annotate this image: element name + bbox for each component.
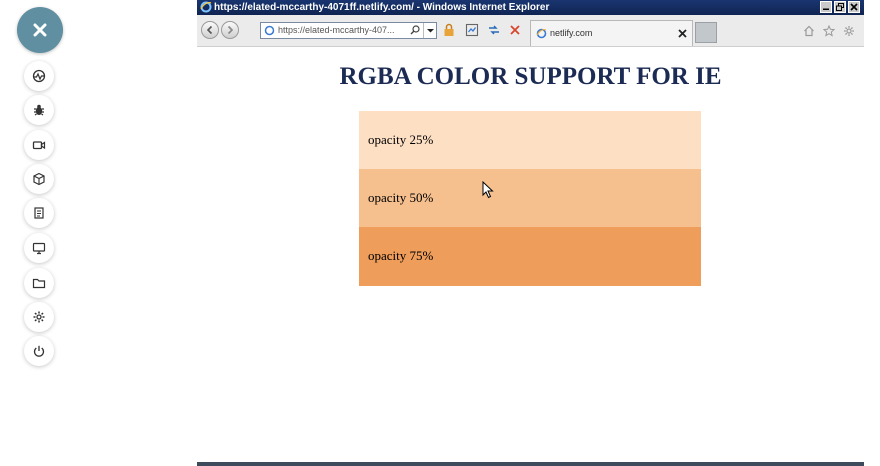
- opacity-50-swatch: opacity 50%: [359, 169, 701, 227]
- settings-button[interactable]: [24, 302, 54, 332]
- close-icon: [33, 23, 47, 37]
- forward-arrow-icon: [227, 25, 234, 35]
- browser-window: https://elated-mccarthy-4071ff.netlify.c…: [197, 0, 864, 466]
- folder-button[interactable]: [24, 268, 54, 298]
- title-bar: https://elated-mccarthy-4071ff.netlify.c…: [197, 0, 864, 15]
- close-tab-icon[interactable]: [678, 29, 687, 38]
- tab-title: netlify.com: [550, 28, 593, 38]
- power-icon: [33, 345, 45, 357]
- notepad-button[interactable]: [24, 198, 54, 228]
- close-window-button[interactable]: [848, 1, 860, 13]
- swatch-label: opacity 75%: [368, 248, 434, 263]
- mouse-cursor-icon: [482, 181, 494, 199]
- video-button[interactable]: [24, 130, 54, 160]
- internet-explorer-icon: [536, 28, 547, 39]
- favorites-star-icon[interactable]: [823, 25, 835, 37]
- back-button[interactable]: [201, 21, 219, 39]
- tool-rail: [0, 0, 80, 466]
- back-arrow-icon: [206, 25, 213, 35]
- folder-icon: [32, 278, 46, 289]
- opacity-75-swatch: opacity 75%: [359, 227, 701, 286]
- new-tab-button[interactable]: [695, 22, 717, 43]
- opacity-25-swatch: opacity 25%: [359, 111, 701, 169]
- stop-icon[interactable]: [508, 23, 522, 37]
- monitor-button[interactable]: [24, 233, 54, 263]
- home-icon[interactable]: [803, 25, 815, 37]
- compatibility-view-icon[interactable]: [465, 23, 479, 37]
- window-bottom-border: [197, 462, 864, 466]
- monitor-icon: [32, 242, 46, 255]
- bug-icon: [34, 104, 44, 116]
- restore-button[interactable]: [834, 1, 846, 13]
- minimize-button[interactable]: [820, 1, 832, 13]
- refresh-icon[interactable]: [487, 23, 501, 37]
- address-bar[interactable]: https://elated-mccarthy-407...: [260, 22, 437, 39]
- tab-netlify[interactable]: netlify.com: [530, 20, 693, 46]
- swatch-label: opacity 25%: [368, 132, 434, 147]
- debug-button[interactable]: [24, 95, 54, 125]
- close-icon: [850, 3, 858, 11]
- search-icon[interactable]: [410, 25, 420, 35]
- cube-icon: [33, 172, 45, 186]
- speedometer-button[interactable]: [24, 61, 54, 91]
- close-rail-button[interactable]: [17, 7, 63, 53]
- notepad-icon: [34, 207, 44, 219]
- lock-icon[interactable]: [442, 23, 456, 37]
- address-text: https://elated-mccarthy-407...: [278, 25, 395, 35]
- chevron-down-icon[interactable]: [423, 23, 437, 38]
- speedometer-icon: [32, 69, 46, 83]
- cube-button[interactable]: [24, 164, 54, 194]
- gear-icon: [33, 311, 45, 323]
- page-title: RGBA COLOR SUPPORT FOR IE: [339, 63, 722, 90]
- window-title: https://elated-mccarthy-4071ff.netlify.c…: [214, 2, 550, 13]
- minimize-icon: [823, 8, 829, 10]
- restore-icon: [836, 3, 844, 11]
- internet-explorer-icon: [200, 1, 212, 13]
- swatch-label: opacity 50%: [368, 190, 434, 205]
- gear-icon[interactable]: [843, 25, 855, 37]
- browser-toolbar: https://elated-mccarthy-407... netlify.c…: [197, 15, 864, 47]
- forward-button[interactable]: [221, 21, 239, 39]
- video-icon: [32, 141, 46, 150]
- page-icon: [264, 25, 275, 36]
- power-button[interactable]: [24, 336, 54, 366]
